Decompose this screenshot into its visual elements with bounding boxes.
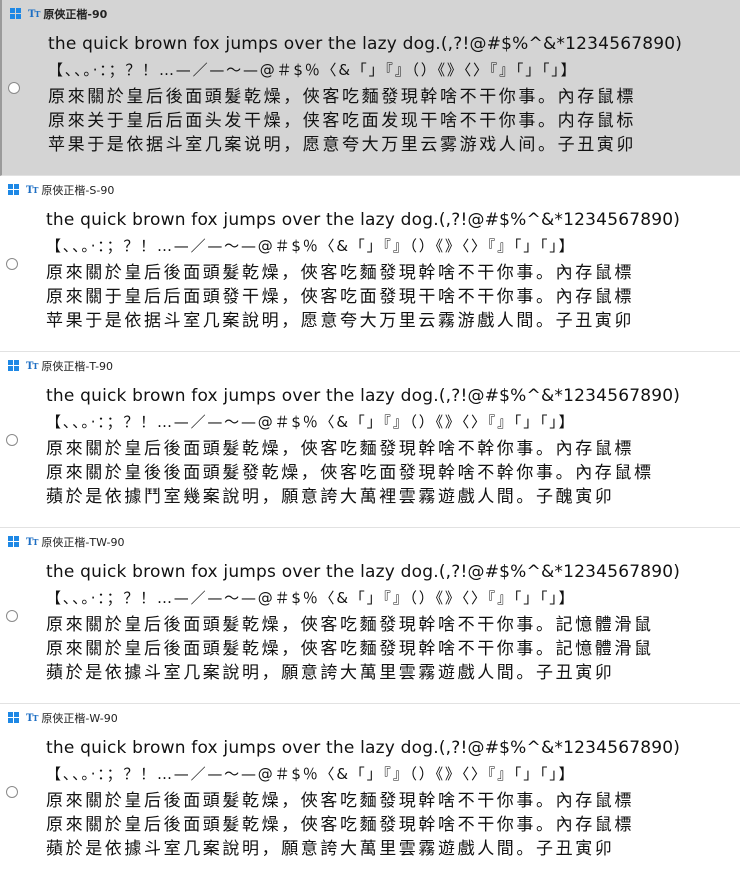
font-row-yuanxia-w-90[interactable]: TT 原俠正楷-W-90 the quick brown fox jumps o…	[0, 704, 740, 887]
sample-cjk-line: 蘋於是依據鬥室幾案說明，願意誇大萬裡雲霧遊戲人間。子醜寅卯	[46, 487, 615, 507]
windows-icon	[8, 536, 20, 548]
font-select-radio[interactable]	[6, 258, 18, 270]
sample-cjk-line: 原來關於皇后後面頭髮乾燥，俠客吃麵發現幹啥不干你事。內存鼠標	[48, 87, 636, 107]
windows-icon	[8, 184, 20, 196]
sample-cjk-line: 原來關於皇后後面頭髮乾燥，俠客吃麵發現幹啥不干你事。記憶體滑鼠	[46, 615, 654, 635]
windows-icon	[8, 360, 20, 372]
sample-cjk-line: 苹果于是依据斗室几案说明，愿意夸大万里云雾游戏人间。子丑寅卯	[48, 135, 636, 155]
font-row-header: TT 原俠正楷-T-90	[8, 359, 113, 373]
truetype-icon: TT	[26, 360, 38, 372]
truetype-icon: TT	[26, 536, 38, 548]
sample-cjk-line: 原來關於皇后後面頭髮乾燥，俠客吃麵發現幹啥不干你事。記憶體滑鼠	[46, 639, 654, 659]
font-row-header: TT 原俠正楷-90	[10, 7, 107, 21]
truetype-icon: TT	[26, 184, 38, 196]
windows-icon	[10, 8, 22, 20]
sample-cjk-line: 蘋於是依據斗室几案說明，願意誇大萬里雲霧遊戲人間。子丑寅卯	[46, 839, 615, 859]
font-row-yuanxia-s-90[interactable]: TT 原俠正楷-S-90 the quick brown fox jumps o…	[0, 176, 740, 352]
sample-cjk-line: 原來关于皇后后面头发干燥，侠客吃面发现干啥不干你事。内存鼠标	[48, 111, 636, 131]
font-select-radio[interactable]	[6, 434, 18, 446]
sample-cjk-line: 原來關于皇后后面頭發干燥，俠客吃面發現干啥不干你事。內存鼠標	[46, 287, 634, 307]
sample-latin-text: the quick brown fox jumps over the lazy …	[46, 562, 681, 582]
font-name: 原俠正楷-90	[43, 8, 108, 21]
truetype-icon: TT	[28, 8, 40, 20]
font-select-radio[interactable]	[6, 786, 18, 798]
font-row-yuanxia-90[interactable]: TT 原俠正楷-90 the quick brown fox jumps ove…	[0, 0, 740, 176]
font-row-yuanxia-tw-90[interactable]: TT 原俠正楷-TW-90 the quick brown fox jumps …	[0, 528, 740, 704]
sample-cjk-line: 原來關於皇后後面頭髮乾燥，俠客吃麵發現幹啥不幹你事。內存鼠標	[46, 439, 634, 459]
sample-cjk-line: 苹果于是依据斗室几案說明，愿意夸大万里云霧游戲人間。子丑寅卯	[46, 311, 634, 331]
sample-latin-text: the quick brown fox jumps over the lazy …	[46, 738, 681, 758]
sample-punctuation-text: 【、、。·：；？！…—／—～—@＃$％〈&「」『』（）《》〈〉『』「」「」】	[46, 589, 576, 607]
font-row-header: TT 原俠正楷-S-90	[8, 183, 114, 197]
font-name: 原俠正楷-W-90	[41, 712, 118, 725]
font-row-header: TT 原俠正楷-TW-90	[8, 535, 125, 549]
font-select-radio[interactable]	[6, 610, 18, 622]
windows-icon	[8, 712, 20, 724]
font-name: 原俠正楷-TW-90	[41, 536, 125, 549]
sample-cjk-line: 原來關於皇后後面頭髮乾燥，俠客吃麵發現幹啥不干你事。內存鼠標	[46, 791, 634, 811]
font-list: TT 原俠正楷-90 the quick brown fox jumps ove…	[0, 0, 740, 887]
font-name: 原俠正楷-S-90	[41, 184, 115, 197]
sample-latin-text: the quick brown fox jumps over the lazy …	[46, 210, 681, 230]
sample-cjk-line: 原來關於皇后後面頭髮乾燥，俠客吃麵發現幹啥不干你事。內存鼠標	[46, 815, 634, 835]
sample-latin-text: the quick brown fox jumps over the lazy …	[46, 386, 681, 406]
font-name: 原俠正楷-T-90	[41, 360, 114, 373]
sample-punctuation-text: 【、、。·：；？！…—／—～—@＃$％〈&「」『』（）《》〈〉『』「」「」】	[48, 61, 578, 79]
sample-punctuation-text: 【、、。·：；？！…—／—～—@＃$％〈&「」『』（）《》〈〉『』「」「」】	[46, 765, 576, 783]
truetype-icon: TT	[26, 712, 38, 724]
font-row-header: TT 原俠正楷-W-90	[8, 711, 118, 725]
sample-punctuation-text: 【、、。·：；？！…—／—～—@＃$％〈&「」『』（）《》〈〉『』「」「」】	[46, 413, 576, 431]
sample-cjk-line: 原來關於皇後後面頭髮發乾燥，俠客吃面發現幹啥不幹你事。內存鼠標	[46, 463, 654, 483]
sample-cjk-line: 蘋於是依據斗室几案說明，願意誇大萬里雲霧遊戲人間。子丑寅卯	[46, 663, 615, 683]
sample-punctuation-text: 【、、。·：；？！…—／—～—@＃$％〈&「」『』（）《》〈〉『』「」「」】	[46, 237, 576, 255]
font-row-yuanxia-t-90[interactable]: TT 原俠正楷-T-90 the quick brown fox jumps o…	[0, 352, 740, 528]
sample-latin-text: the quick brown fox jumps over the lazy …	[48, 34, 683, 54]
font-select-radio[interactable]	[8, 82, 20, 94]
sample-cjk-line: 原來關於皇后後面頭髮乾燥，俠客吃麵發現幹啥不干你事。內存鼠標	[46, 263, 634, 283]
